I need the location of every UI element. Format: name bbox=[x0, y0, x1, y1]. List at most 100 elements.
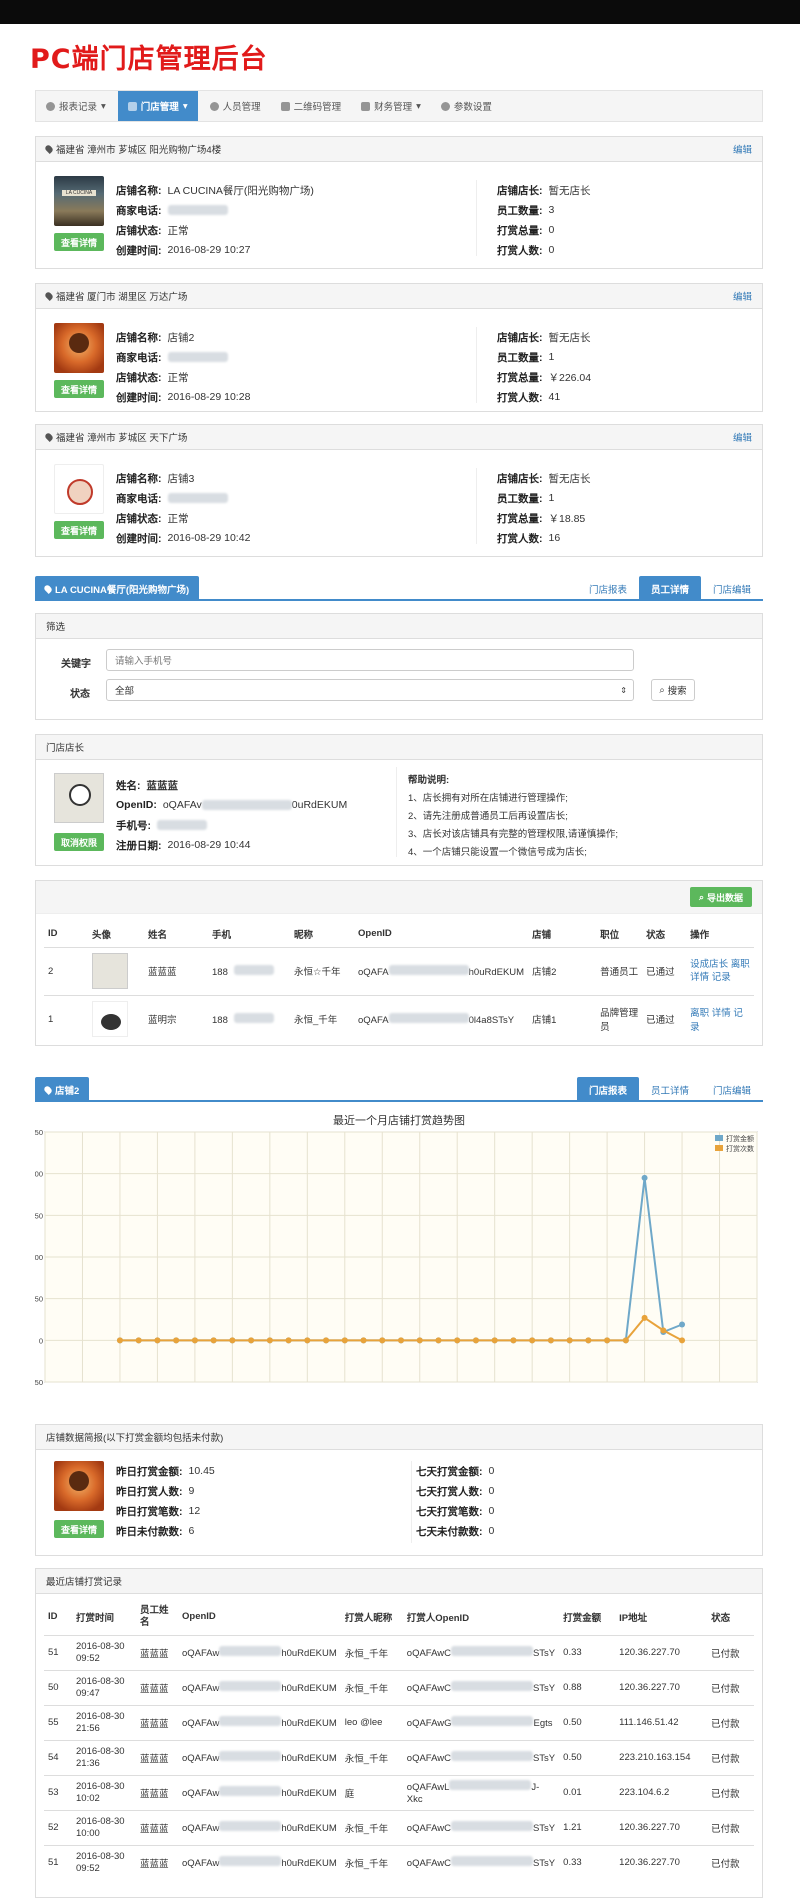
store-name: 店铺2 bbox=[167, 331, 195, 344]
tab-staff-detail[interactable]: 员工详情 bbox=[638, 576, 701, 601]
tab-store-report[interactable]: 门店报表 bbox=[576, 1077, 639, 1102]
label: 七天未付款数: bbox=[416, 1525, 483, 1538]
top-black-bar bbox=[0, 0, 800, 24]
chart-title: 最近一个月店铺打赏趋势图 bbox=[333, 1113, 465, 1127]
column-header: 职位 bbox=[600, 929, 620, 941]
x-tick-label: 22 bbox=[528, 1386, 536, 1388]
edit-link[interactable]: 编辑 bbox=[733, 289, 752, 303]
view-detail-button[interactable]: 查看详情 bbox=[54, 233, 104, 251]
data-point bbox=[641, 1314, 648, 1321]
resign-link[interactable]: 离职 bbox=[690, 1008, 709, 1019]
cell-tipper-openid: oQAFAwG Egts bbox=[402, 1704, 560, 1740]
cell-openid: oQAFA 0l4a8STsY bbox=[354, 994, 529, 1043]
staff-panel: ⌕ 导出数据 ID 头像 姓名 手机 昵称 OpenID 店铺 职位 状态 操作 … bbox=[35, 880, 763, 1046]
redacted-openid bbox=[219, 1646, 282, 1656]
edit-link[interactable]: 编辑 bbox=[733, 142, 752, 156]
nav-qrcode[interactable]: 二维码管理 bbox=[271, 91, 352, 121]
data-point bbox=[547, 1337, 554, 1344]
cell-nickname: 永恒☆千年 bbox=[290, 946, 354, 995]
table-row: 53 2016-08-30 10:02 蓝蓝蓝 oQAFAw h0uRdEKUM 庭 oQAF… bbox=[44, 1774, 754, 1810]
cell-name: 蓝明宗 bbox=[144, 994, 208, 1043]
store-thumbnail bbox=[54, 323, 104, 373]
column-header: 姓名 bbox=[148, 929, 168, 941]
y-tick-label: 50 bbox=[35, 1295, 43, 1304]
data-point bbox=[229, 1337, 236, 1344]
openid-suffix: h0uRdEKUM bbox=[281, 1718, 337, 1729]
tag-icon bbox=[127, 101, 137, 111]
data-point bbox=[679, 1321, 686, 1328]
openid-prefix: oQAFAw bbox=[182, 1718, 220, 1729]
cell-status: 已付款 bbox=[707, 1809, 754, 1845]
status-select[interactable]: 全部 ⇕ bbox=[106, 679, 634, 701]
manager-name: 蓝蓝蓝 bbox=[146, 779, 179, 792]
detail-link[interactable]: 详情 bbox=[712, 1008, 731, 1019]
label: 打赏人数: bbox=[497, 244, 543, 257]
table-row: 51 2016-08-30 09:52 蓝蓝蓝 oQAFAw h0uRdEKUM 永恒_千年… bbox=[44, 1844, 754, 1880]
value: 12 bbox=[188, 1505, 201, 1517]
tab-store-report[interactable]: 门店报表 bbox=[577, 576, 639, 601]
view-detail-button[interactable]: 查看详情 bbox=[54, 380, 104, 398]
nav-staff[interactable]: 人员管理 bbox=[200, 91, 271, 121]
redacted-phone bbox=[167, 352, 228, 362]
monkey-head-shape bbox=[69, 333, 89, 353]
tab-staff-detail[interactable]: 员工详情 bbox=[639, 1077, 701, 1102]
keyword-input[interactable]: 请输入手机号 bbox=[106, 649, 634, 671]
set-manager-link[interactable]: 设成店长 bbox=[690, 959, 728, 970]
store-manager-panel: 门店店长 取消权限 姓名: 蓝蓝蓝 OpenID: oQAFAv 0uRdEKUM 手… bbox=[35, 734, 763, 866]
data-point bbox=[604, 1337, 611, 1344]
openid-prefix: oQAFAw bbox=[182, 1788, 220, 1799]
cell-openid: oQAFAw h0uRdEKUM bbox=[178, 1844, 341, 1880]
cell-nickname: 庭 bbox=[340, 1774, 403, 1810]
resign-link[interactable]: 离职 bbox=[731, 959, 750, 970]
label: 商家电话: bbox=[116, 351, 162, 364]
nav-label: 报表记录 bbox=[59, 102, 98, 113]
cell-nickname: 永恒_千年 bbox=[340, 1669, 403, 1705]
time-text: 10:02 bbox=[76, 1792, 100, 1804]
cell-avatar bbox=[88, 994, 144, 1043]
cancel-permission-button[interactable]: 取消权限 bbox=[54, 833, 104, 851]
y-tick-label: -50 bbox=[35, 1378, 43, 1387]
detail-link[interactable]: 详情 bbox=[690, 972, 709, 983]
store-name-tab[interactable]: LA CUCINA餐厅(阳光购物广场) bbox=[35, 576, 200, 601]
data-point bbox=[323, 1337, 330, 1344]
value: 0 bbox=[488, 1505, 495, 1517]
cell-id: 54 bbox=[44, 1739, 72, 1775]
cell-ip: 120.36.227.70 bbox=[615, 1809, 708, 1845]
tab-store-edit[interactable]: 门店编辑 bbox=[701, 576, 763, 601]
openid-prefix: oQAFAw bbox=[182, 1648, 220, 1659]
openid-prefix: oQAFAwC bbox=[406, 1822, 451, 1834]
value: 9 bbox=[188, 1485, 195, 1497]
table-row: 1 蓝明宗 188 永恒_千年 oQAFA 0l4a8STsY 店铺1 品牌管理员… bbox=[44, 994, 754, 1043]
search-icon: ⌕ bbox=[698, 891, 705, 902]
value: 10.45 bbox=[188, 1465, 215, 1477]
nav-report[interactable]: 报表记录 ▾ bbox=[36, 91, 116, 121]
tab-store-edit[interactable]: 门店编辑 bbox=[701, 1077, 763, 1102]
column-header: 打赏金额 bbox=[563, 1612, 602, 1624]
store-name-tab[interactable]: 店铺2 bbox=[35, 1077, 90, 1102]
cell-ip: 223.104.6.2 bbox=[615, 1774, 708, 1810]
table-row: 52 2016-08-30 10:00 蓝蓝蓝 oQAFAw h0uRdEKUM 永恒_千年… bbox=[44, 1809, 754, 1845]
x-tick-label: 28 bbox=[640, 1386, 648, 1388]
data-point bbox=[304, 1337, 311, 1344]
x-tick-label: 14 bbox=[378, 1386, 386, 1388]
map-marker-icon bbox=[43, 1084, 53, 1095]
nav-store[interactable]: 门店管理 ▾ bbox=[117, 91, 198, 121]
nav-finance[interactable]: 财务管理 ▾ bbox=[351, 91, 431, 121]
view-detail-button[interactable]: 查看详情 bbox=[54, 1520, 104, 1538]
openid-prefix: oQAFA bbox=[358, 1014, 389, 1026]
search-button[interactable]: ⌕ 搜索 bbox=[651, 679, 695, 701]
x-tick-label: 0 bbox=[118, 1386, 122, 1388]
tip-trend-chart: 最近一个月店铺打赏趋势图 -4-202468101214161820222426… bbox=[30, 1110, 763, 1395]
edit-link[interactable]: 编辑 bbox=[733, 430, 752, 444]
column-header: 打赏人昵称 bbox=[344, 1612, 393, 1624]
label: 创建时间: bbox=[116, 532, 162, 545]
view-detail-button[interactable]: 查看详情 bbox=[54, 521, 104, 539]
help-line: 4、一个店铺只能设置一个微信号成为店长; bbox=[408, 847, 587, 858]
export-button[interactable]: ⌕ 导出数据 bbox=[690, 887, 752, 907]
nav-settings[interactable]: 参数设置 bbox=[431, 91, 502, 121]
redacted-openid bbox=[450, 1820, 533, 1831]
cell-ip: 120.36.227.70 bbox=[615, 1634, 708, 1670]
cell-ip: 120.36.227.70 bbox=[615, 1844, 708, 1880]
record-link[interactable]: 记录 bbox=[712, 972, 731, 983]
data-point bbox=[173, 1337, 180, 1344]
